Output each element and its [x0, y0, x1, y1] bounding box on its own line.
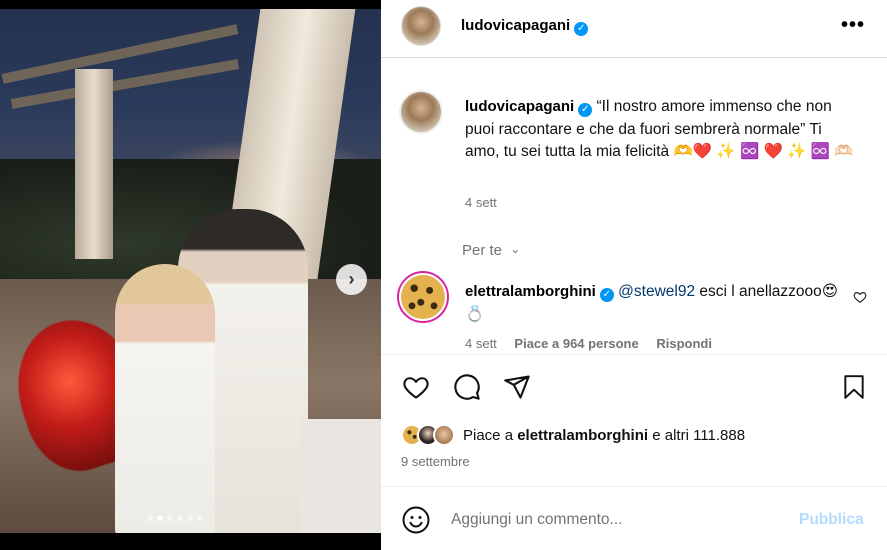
author-username-text[interactable]: ludovicapagani — [461, 17, 570, 34]
liker-avatar[interactable] — [433, 424, 455, 446]
likes-text[interactable]: Piace a elettralamborghini e altri 111.8… — [463, 427, 745, 444]
table — [300, 419, 381, 533]
carousel-dots — [147, 515, 203, 521]
likes-summary: Piace a elettralamborghini e altri 111.8… — [401, 422, 745, 448]
caption-author-avatar[interactable] — [399, 90, 443, 134]
carousel-dot-active — [157, 515, 163, 521]
commenter-avatar[interactable] — [399, 273, 447, 321]
bookmark-icon[interactable] — [841, 373, 867, 401]
like-heart-icon[interactable] — [401, 373, 431, 401]
post-date[interactable]: 9 settembre — [401, 454, 470, 469]
carousel-next-button[interactable]: › — [336, 264, 367, 295]
likes-user[interactable]: elettralamborghini — [517, 427, 648, 444]
post-detail-panel: ludovicapagani ✓ ••• ludovicapagani ✓ “Il … — [381, 0, 887, 550]
more-options-button[interactable]: ••• — [841, 14, 865, 37]
carousel-dot — [147, 515, 153, 521]
comment-like-heart-icon[interactable] — [853, 290, 867, 304]
carousel-dot — [167, 515, 173, 521]
post-photo[interactable]: › — [0, 9, 381, 533]
reply-button[interactable]: Rispondi — [656, 336, 712, 351]
share-icon[interactable] — [503, 373, 531, 401]
verified-badge-icon: ✓ — [578, 103, 593, 117]
comment-icon[interactable] — [453, 373, 481, 401]
comment-text-block: elettralamborghini ✓ @stewel92 esci l ane… — [465, 280, 845, 326]
pillar-left — [75, 69, 113, 259]
likes-prefix: Piace a — [463, 426, 518, 444]
carousel-dot — [197, 515, 203, 521]
comment-mention[interactable]: @stewel92 — [618, 283, 695, 300]
verified-badge-icon: ✓ — [574, 22, 589, 36]
carousel-dot — [187, 515, 193, 521]
action-bar — [381, 354, 887, 414]
commenter-username[interactable]: elettralamborghini — [465, 283, 596, 300]
verified-badge-icon: ✓ — [599, 288, 614, 302]
caption-text-block: ludovicapagani ✓ “Il nostro amore immenso… — [465, 96, 860, 164]
author-avatar[interactable] — [401, 6, 441, 46]
comment-meta: 4 sett Piace a 964 persone Rispondi — [465, 336, 712, 351]
likes-suffix[interactable]: e altri 111.888 — [648, 427, 745, 444]
caption-time: 4 sett — [465, 195, 497, 210]
publish-button[interactable]: Pubblica — [799, 511, 864, 529]
post-header: ludovicapagani ✓ ••• — [381, 0, 887, 58]
author-username[interactable]: ludovicapagani ✓ — [461, 17, 589, 36]
comment-input[interactable]: Aggiungi un commento... — [451, 511, 781, 529]
chevron-down-icon: ⌄ — [510, 242, 521, 256]
for-you-label[interactable]: Per te — [462, 242, 502, 259]
caption-author-username[interactable]: ludovicapagani — [465, 98, 574, 115]
emoji-icon[interactable] — [401, 505, 431, 535]
comment-composer: Aggiungi un commento... Pubblica — [381, 486, 887, 550]
for-you-toggle[interactable]: Per te ⌄ — [462, 242, 520, 259]
carousel-dot — [177, 515, 183, 521]
comment-likes-link[interactable]: Piace a 964 persone — [514, 336, 638, 351]
comment-time: 4 sett — [465, 336, 497, 351]
woman-figure — [115, 264, 215, 533]
